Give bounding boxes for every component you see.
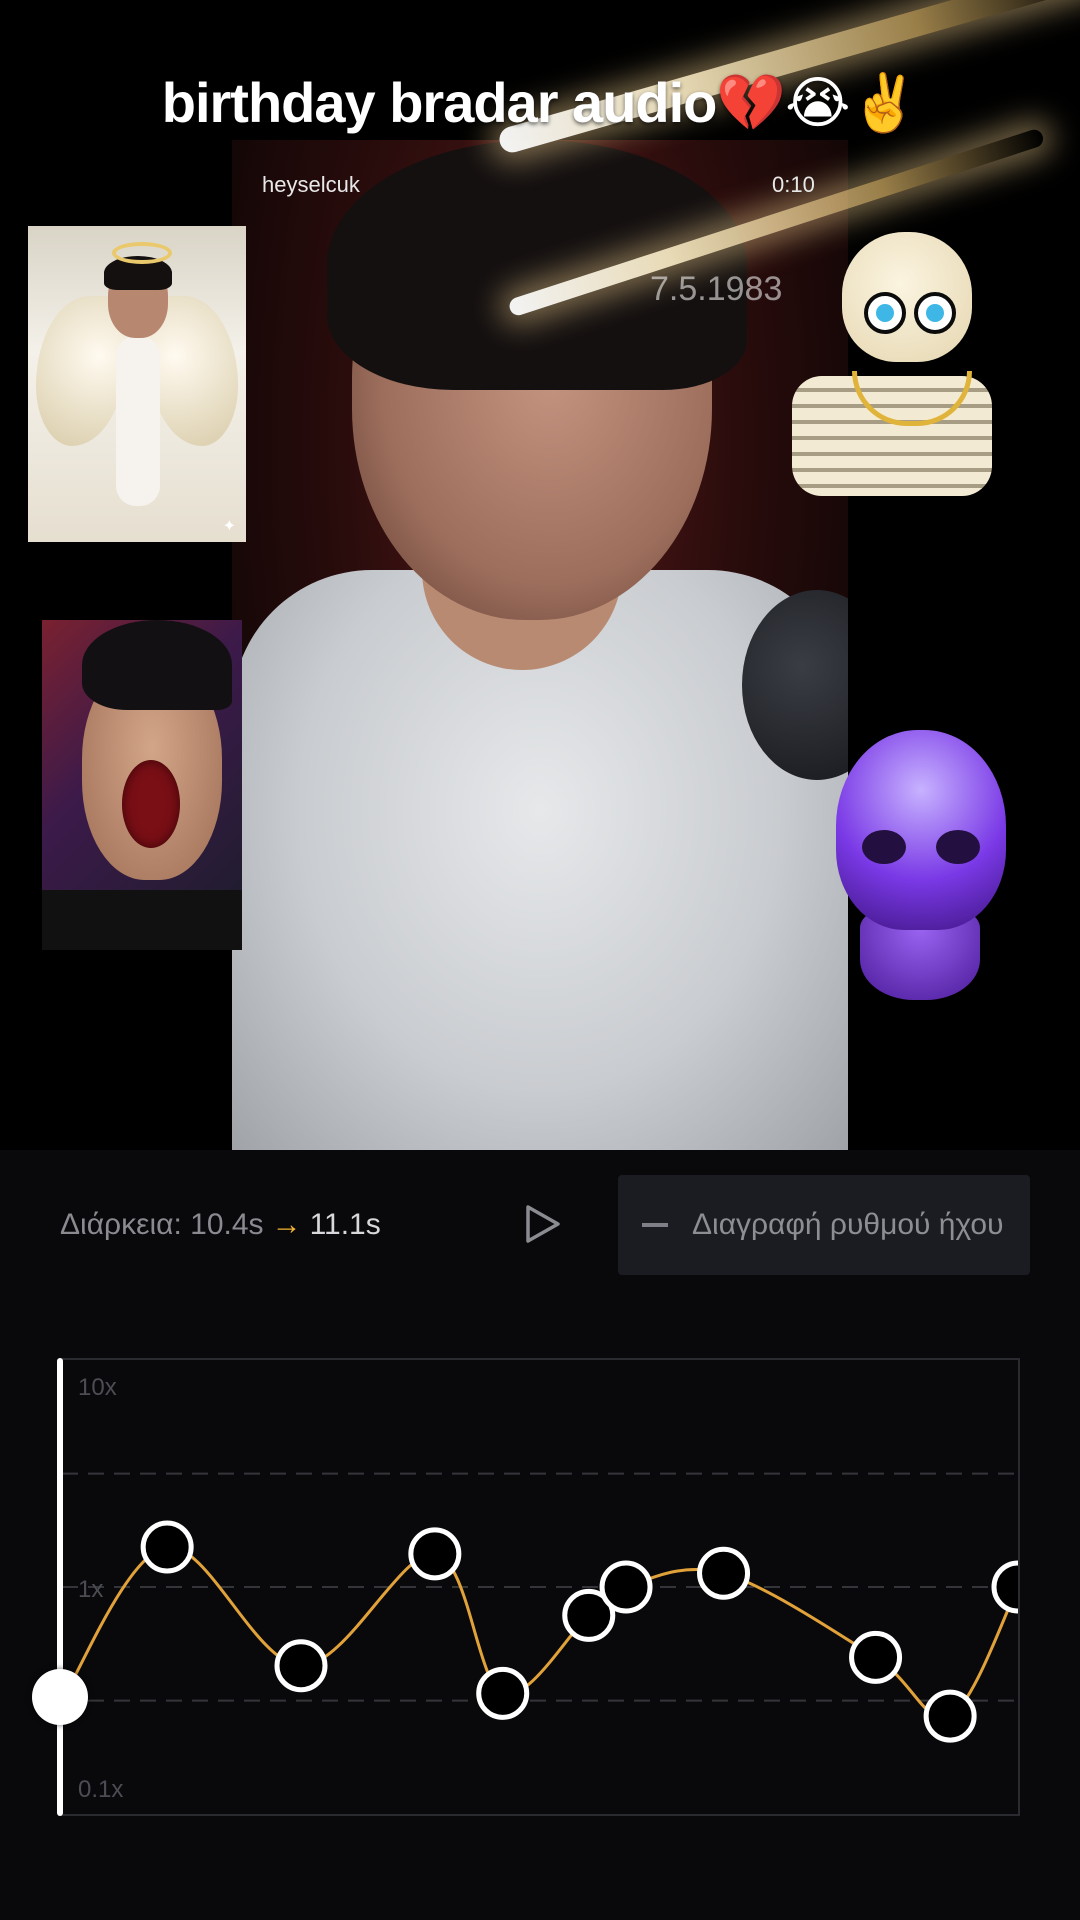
hair — [327, 140, 747, 390]
duration-readout: Διάρκεια: 10.4s → 11.1s — [60, 1208, 381, 1242]
scream-mouth — [122, 760, 180, 848]
speed-control-point[interactable] — [274, 1639, 328, 1693]
caption-title[interactable]: birthday bradar audio💔😭✌️ — [0, 70, 1080, 136]
angel-sticker[interactable]: ✦ — [28, 226, 246, 542]
purple-skull — [836, 730, 1006, 930]
duration-new-value: 11.1s — [309, 1208, 381, 1241]
speed-control-point[interactable] — [923, 1689, 977, 1743]
video-username: heyselcuk — [262, 172, 360, 197]
play-icon — [526, 1205, 560, 1243]
skull-eye-icon — [936, 830, 980, 864]
speed-control-point[interactable] — [849, 1630, 903, 1684]
y-tick-label: 1x — [78, 1576, 104, 1603]
speed-control-point[interactable] — [408, 1527, 462, 1581]
playhead[interactable] — [57, 1358, 63, 1816]
purple-skull-sticker[interactable] — [830, 720, 1012, 1020]
delete-speed-ramp-label: Διαγραφή ρυθμού ήχου — [692, 1208, 1004, 1241]
speed-curve-graph[interactable] — [60, 1358, 1020, 1816]
speed-control-point[interactable] — [697, 1546, 751, 1600]
speed-curve-svg[interactable] — [62, 1360, 1018, 1814]
playhead-knob[interactable] — [32, 1669, 88, 1726]
y-tick-label: 0.1x — [78, 1776, 124, 1803]
skeleton-sticker[interactable] — [782, 226, 1002, 506]
watermark-date: 7.5.1983 — [650, 270, 783, 308]
halo-icon — [112, 242, 172, 264]
screaming-face-sticker[interactable] — [42, 620, 242, 950]
delete-speed-ramp-button[interactable]: Διαγραφή ρυθμού ήχου — [618, 1175, 1030, 1275]
minus-icon — [642, 1223, 668, 1227]
skeleton-eye-icon — [864, 292, 906, 334]
arrow-right-icon: → — [271, 1208, 302, 1241]
speed-control-point[interactable] — [476, 1666, 530, 1720]
scream-hair — [82, 620, 232, 710]
skeleton-skull — [842, 232, 972, 362]
y-tick-label: 10x — [78, 1374, 117, 1401]
video-timestamp: 0:10 — [772, 172, 815, 197]
speed-control-point[interactable] — [140, 1520, 194, 1574]
scream-shirt — [42, 890, 242, 950]
skull-eye-icon — [862, 830, 906, 864]
play-button[interactable] — [516, 1198, 568, 1250]
angel-body — [116, 336, 160, 506]
video-stage: birthday bradar audio💔😭✌️ heyselcuk 0:10… — [0, 0, 1080, 1150]
sparkle-icon: ✦ — [222, 518, 236, 535]
skeleton-eye-icon — [914, 292, 956, 334]
speed-control-point[interactable] — [599, 1560, 653, 1614]
speed-control-point[interactable] — [991, 1560, 1018, 1614]
duration-label: Διάρκεια: 10.4s — [60, 1208, 264, 1241]
